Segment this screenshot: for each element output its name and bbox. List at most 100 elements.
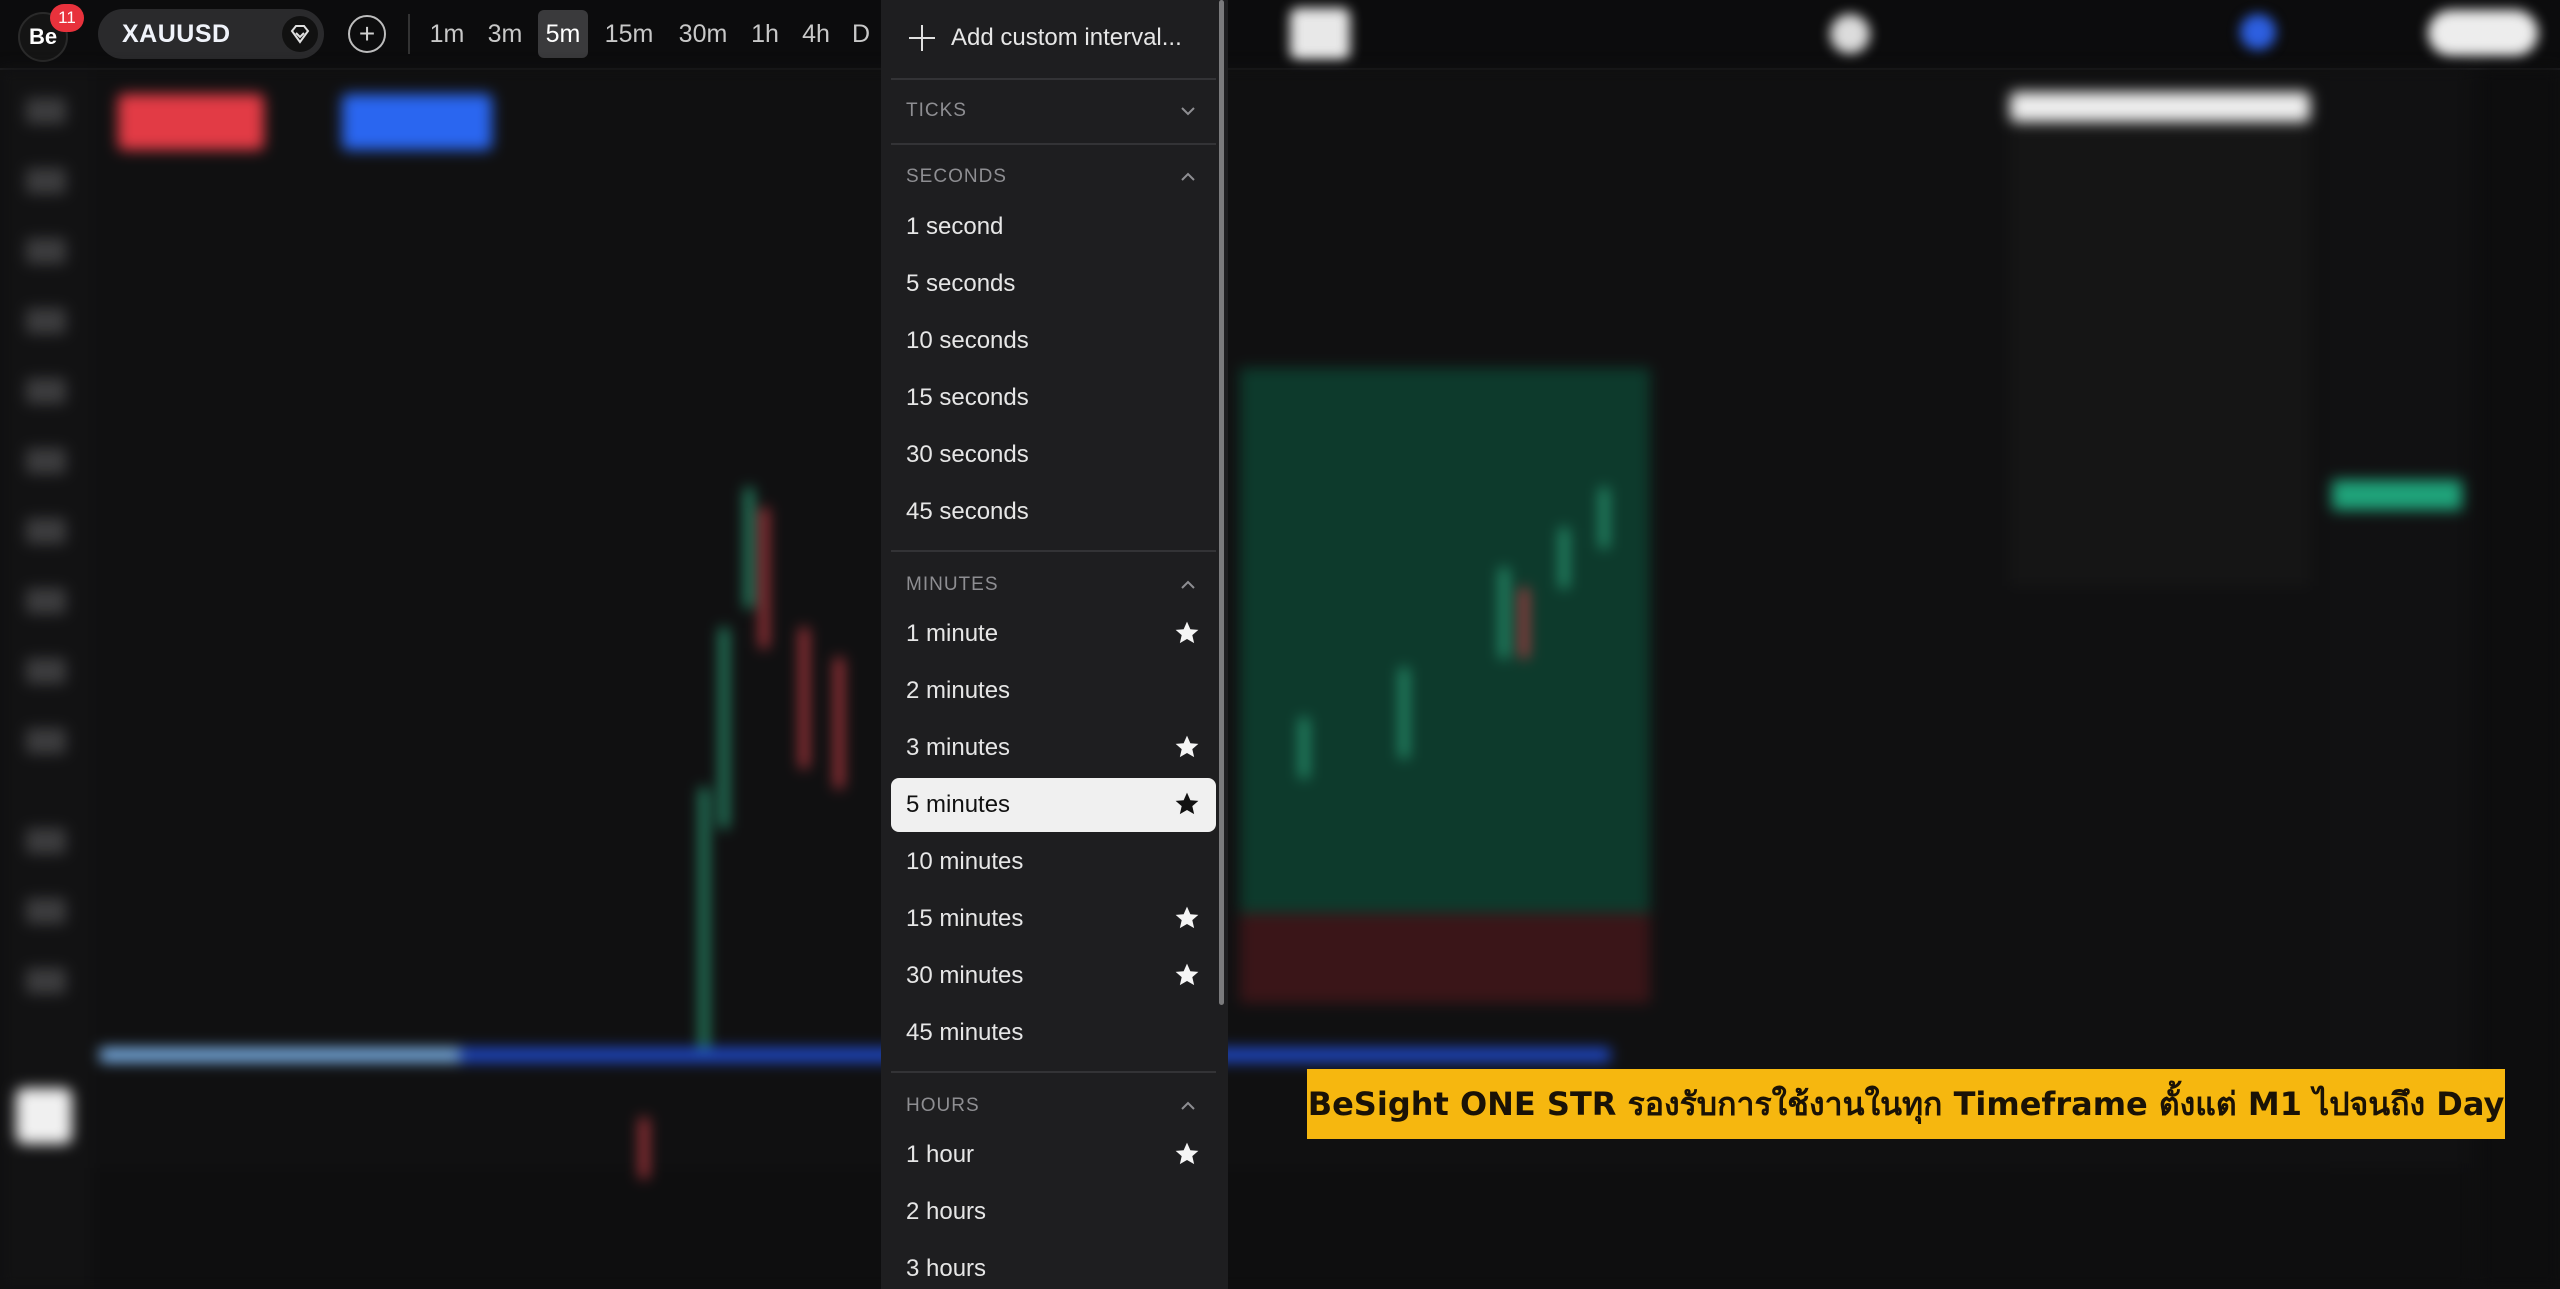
- chevron-up-icon: [1181, 1101, 1195, 1110]
- option-label: 45 seconds: [906, 498, 1029, 525]
- interval-option-30-minutes[interactable]: 30 minutes: [891, 949, 1216, 1003]
- interval-option-45-minutes[interactable]: 45 minutes: [891, 1006, 1216, 1060]
- profit-zone: [1240, 368, 1650, 913]
- interval-option-5-seconds[interactable]: 5 seconds: [891, 257, 1216, 311]
- interval-3m[interactable]: 3m: [480, 10, 530, 58]
- option-label: 10 minutes: [906, 848, 1024, 875]
- candle: [1300, 718, 1308, 778]
- price-tag: [2332, 480, 2462, 510]
- interval-option-3-hours[interactable]: 3 hours: [891, 1242, 1216, 1289]
- plus-icon: +: [358, 18, 376, 49]
- sell-button: [118, 94, 264, 150]
- divider: [891, 550, 1216, 552]
- interval-option-30-seconds[interactable]: 30 seconds: [891, 428, 1216, 482]
- logo-text: Be: [28, 24, 58, 49]
- chevron-down-icon: [1181, 107, 1195, 116]
- tool-icon: [26, 238, 66, 264]
- candle: [1500, 568, 1508, 658]
- section-header-minutes[interactable]: MINUTES: [891, 565, 1216, 605]
- add-custom-interval-button[interactable]: Add custom interval...: [891, 10, 1216, 66]
- interval-option-5-minutes[interactable]: 5 minutes: [891, 778, 1216, 832]
- interval-option-15-minutes[interactable]: 15 minutes: [891, 892, 1216, 946]
- tool-icon: [26, 448, 66, 474]
- interval-option-1-second[interactable]: 1 second: [891, 200, 1216, 254]
- option-label: 15 seconds: [906, 384, 1029, 411]
- indicator-line-light: [100, 1048, 460, 1062]
- blurred-toolbar-button: [1290, 8, 1350, 60]
- candle: [745, 488, 753, 608]
- tool-icon: [26, 308, 66, 334]
- drawing-toolbar: [0, 68, 92, 1289]
- symbol-label: XAUUSD: [122, 19, 231, 48]
- interval-5m[interactable]: 5m: [538, 10, 588, 58]
- caption-text: BeSight ONE STR รองรับการใช้งานในทุก Tim…: [1307, 1084, 2505, 1123]
- star-icon[interactable]: [1174, 734, 1200, 760]
- section-header-ticks[interactable]: TICKS: [891, 91, 1216, 131]
- interval-1m[interactable]: 1m: [422, 10, 472, 58]
- star-icon[interactable]: [1174, 791, 1200, 817]
- tool-icon: [26, 658, 66, 684]
- interval-30m[interactable]: 30m: [670, 10, 736, 58]
- option-label: 45 minutes: [906, 1019, 1024, 1046]
- option-label: 30 minutes: [906, 962, 1024, 989]
- option-label: 5 seconds: [906, 270, 1016, 297]
- diamond-icon[interactable]: [282, 16, 318, 52]
- loss-zone: [1240, 913, 1650, 1003]
- interval-option-10-seconds[interactable]: 10 seconds: [891, 314, 1216, 368]
- candle: [1600, 488, 1608, 548]
- star-icon[interactable]: [1174, 620, 1200, 646]
- interval-option-45-seconds[interactable]: 45 seconds: [891, 485, 1216, 539]
- divider: [891, 1071, 1216, 1073]
- add-custom-interval-label: Add custom interval...: [951, 24, 1182, 51]
- blurred-avatar: [1830, 14, 1870, 54]
- interval-option-1-minute[interactable]: 1 minute: [891, 607, 1216, 661]
- interval-option-15-seconds[interactable]: 15 seconds: [891, 371, 1216, 425]
- add-compare-button[interactable]: +: [348, 15, 386, 53]
- candle: [1400, 668, 1408, 758]
- option-label: 5 minutes: [906, 791, 1011, 818]
- candle: [700, 788, 708, 1048]
- tool-icon: [26, 898, 66, 924]
- option-label: 30 seconds: [906, 441, 1029, 468]
- option-label: 2 hours: [906, 1198, 987, 1225]
- star-icon[interactable]: [1174, 962, 1200, 988]
- interval-option-2-hours[interactable]: 2 hours: [891, 1185, 1216, 1239]
- chevron-up-icon: [1181, 172, 1195, 181]
- interval-4h[interactable]: 4h: [794, 10, 838, 58]
- info-panel-header: [2010, 92, 2310, 122]
- tool-icon: [26, 378, 66, 404]
- option-label: 3 minutes: [906, 734, 1011, 761]
- interval-option-2-minutes[interactable]: 2 minutes: [891, 664, 1216, 718]
- star-icon[interactable]: [1174, 905, 1200, 931]
- option-label: 2 minutes: [906, 677, 1011, 704]
- interval-d[interactable]: D: [846, 10, 876, 58]
- dropdown-scrollbar[interactable]: [1219, 0, 1224, 1005]
- candle: [1560, 528, 1568, 588]
- interval-option-3-minutes[interactable]: 3 minutes: [891, 721, 1216, 775]
- candle: [800, 628, 808, 768]
- interval-option-10-minutes[interactable]: 10 minutes: [891, 835, 1216, 889]
- star-icon[interactable]: [1174, 1141, 1200, 1167]
- time-axis: [92, 1168, 2472, 1289]
- divider: [891, 78, 1216, 80]
- section-title: SECONDS: [906, 166, 1007, 187]
- tool-icon: [26, 728, 66, 754]
- interval-option-1-hour[interactable]: 1 hour: [891, 1128, 1216, 1182]
- option-label: 1 hour: [906, 1141, 975, 1168]
- section-header-hours[interactable]: HOURS: [891, 1086, 1216, 1126]
- tool-icon: [26, 968, 66, 994]
- section-header-seconds[interactable]: SECONDS: [891, 157, 1216, 197]
- blurred-publish-button: [2428, 10, 2538, 56]
- interval-1h[interactable]: 1h: [744, 10, 786, 58]
- candle: [720, 628, 728, 828]
- candle: [835, 658, 843, 788]
- interval-dropdown: Add custom interval... TICKS SECONDS 1 s…: [881, 0, 1228, 1289]
- symbol-search-button[interactable]: XAUUSD: [98, 9, 324, 59]
- option-label: 10 seconds: [906, 327, 1029, 354]
- candle: [640, 1118, 648, 1178]
- option-label: 15 minutes: [906, 905, 1024, 932]
- plus-icon: [909, 25, 935, 51]
- top-toolbar: Be 11 XAUUSD + 1m 3m 5m 15m 30m 1h 4h D: [0, 0, 2560, 70]
- interval-15m[interactable]: 15m: [596, 10, 662, 58]
- tool-icon: [26, 828, 66, 854]
